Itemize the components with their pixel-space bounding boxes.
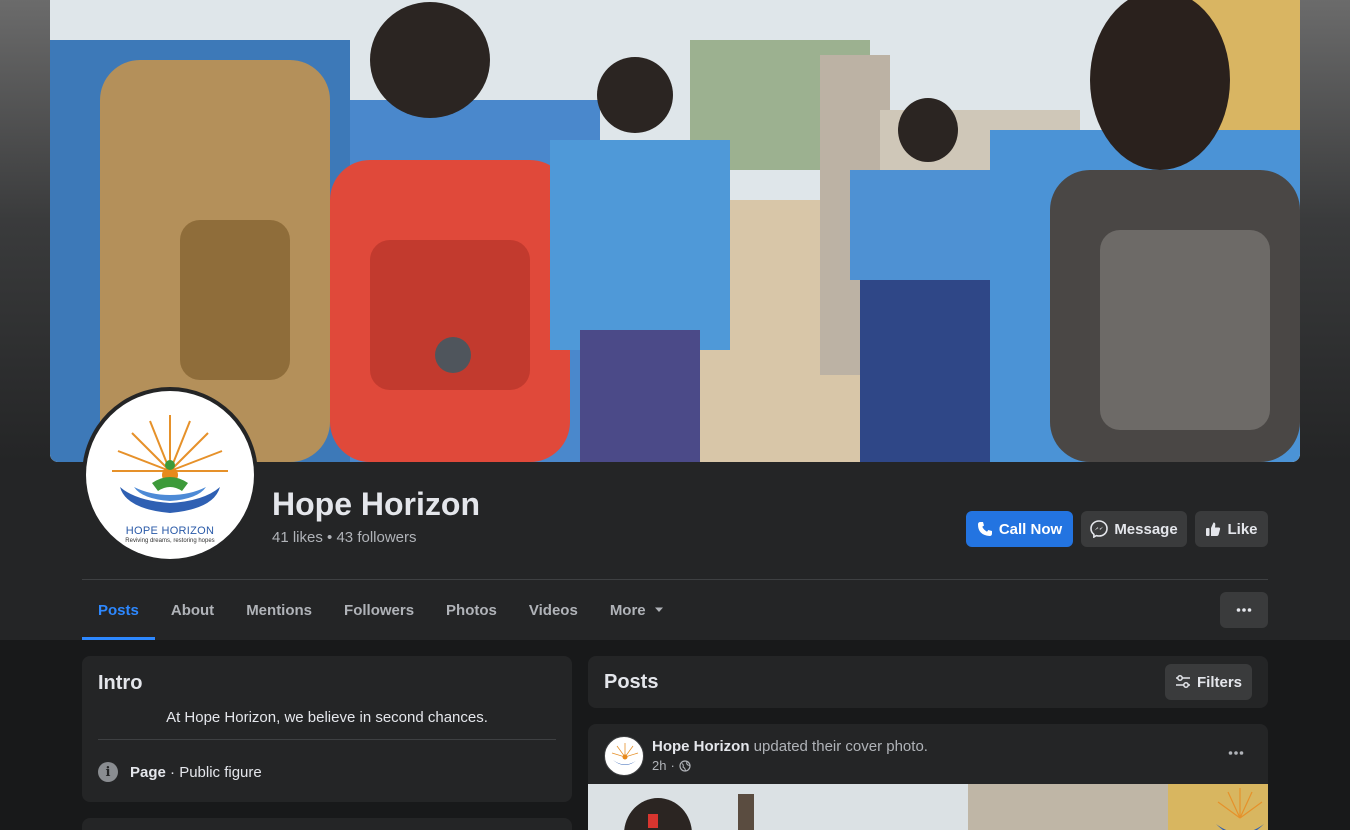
logo-tagline: Reviving dreams, restoring hopes — [125, 538, 215, 544]
like-button[interactable]: Like — [1195, 511, 1268, 547]
tab-videos[interactable]: Videos — [513, 580, 594, 640]
post-headline: Hope Horizon updated their cover photo. — [652, 738, 928, 755]
messenger-icon — [1090, 520, 1109, 538]
tab-photos[interactable]: Photos — [430, 580, 513, 640]
intro-divider — [98, 739, 556, 740]
more-dots-icon — [1236, 608, 1252, 612]
followers-count[interactable]: 43 followers — [336, 529, 416, 546]
category-value: · Public figure — [165, 763, 262, 781]
tab-label: Videos — [528, 601, 578, 619]
logo-name: HOPE HORIZON — [125, 525, 215, 537]
post-author[interactable]: Hope Horizon — [652, 738, 750, 755]
post-card: Hope Horizon updated their cover photo. … — [588, 724, 1268, 830]
filters-icon — [1175, 675, 1190, 688]
filters-label: Filters — [1196, 673, 1242, 691]
tab-label: Posts — [98, 601, 139, 619]
intro-card: Intro At Hope Horizon, we believe in sec… — [82, 656, 572, 802]
tab-posts[interactable]: Posts — [82, 580, 155, 640]
page-title: Hope Horizon — [272, 486, 480, 522]
stats-separator: • — [327, 529, 333, 546]
category-label: Page — [130, 763, 166, 781]
page-options-button[interactable] — [1220, 592, 1268, 628]
like-label: Like — [1227, 520, 1258, 538]
likes-count[interactable]: 41 likes — [272, 529, 323, 546]
posts-title: Posts — [604, 671, 659, 693]
info-icon: i — [98, 762, 118, 782]
post-image-illustration — [588, 784, 1268, 830]
message-label: Message — [1114, 520, 1178, 538]
more-dots-icon — [1228, 751, 1244, 755]
post-time[interactable]: 2h — [652, 758, 666, 773]
tab-label: Photos — [446, 601, 497, 619]
tab-label: Followers — [344, 601, 415, 619]
post-meta-dot: · — [670, 758, 675, 773]
post-image[interactable] — [588, 784, 1268, 830]
tab-followers[interactable]: Followers — [328, 580, 430, 640]
tab-about[interactable]: About — [155, 580, 230, 640]
posts-header-card: Posts Filters — [588, 656, 1268, 708]
tab-mentions[interactable]: Mentions — [230, 580, 328, 640]
secondary-card — [82, 818, 572, 830]
tab-label: Mentions — [246, 601, 313, 619]
call-now-button[interactable]: Call Now — [966, 511, 1073, 547]
post-meta: 2h · — [652, 758, 691, 773]
intro-bio: At Hope Horizon, we believe in second ch… — [166, 709, 488, 726]
profile-picture[interactable]: HOPE HORIZON Reviving dreams, restoring … — [82, 387, 258, 563]
post-avatar[interactable] — [604, 736, 644, 776]
tab-more[interactable]: More — [594, 580, 680, 640]
thumbs-up-icon — [1206, 522, 1221, 536]
logo: HOPE HORIZON Reviving dreams, restoring … — [86, 391, 254, 559]
tab-label: About — [170, 601, 215, 619]
intro-title: Intro — [98, 672, 143, 694]
page-tabs: Posts About Mentions Followers Photos Vi… — [82, 580, 680, 640]
globe-icon — [679, 759, 691, 772]
post-action: updated their cover photo. — [749, 738, 928, 755]
filters-button[interactable]: Filters — [1165, 664, 1252, 700]
chevron-down-icon — [654, 607, 663, 612]
call-now-label: Call Now — [998, 520, 1063, 538]
tab-label: More — [609, 601, 646, 619]
post-options-button[interactable] — [1228, 742, 1244, 760]
intro-category: i Page · Public figure — [98, 762, 262, 782]
message-button[interactable]: Message — [1081, 511, 1187, 547]
phone-icon — [977, 522, 992, 536]
page-stats: 41 likes • 43 followers — [272, 529, 417, 546]
avatar-logo — [611, 743, 639, 765]
intro-category-text: Page · Public figure — [130, 764, 262, 781]
